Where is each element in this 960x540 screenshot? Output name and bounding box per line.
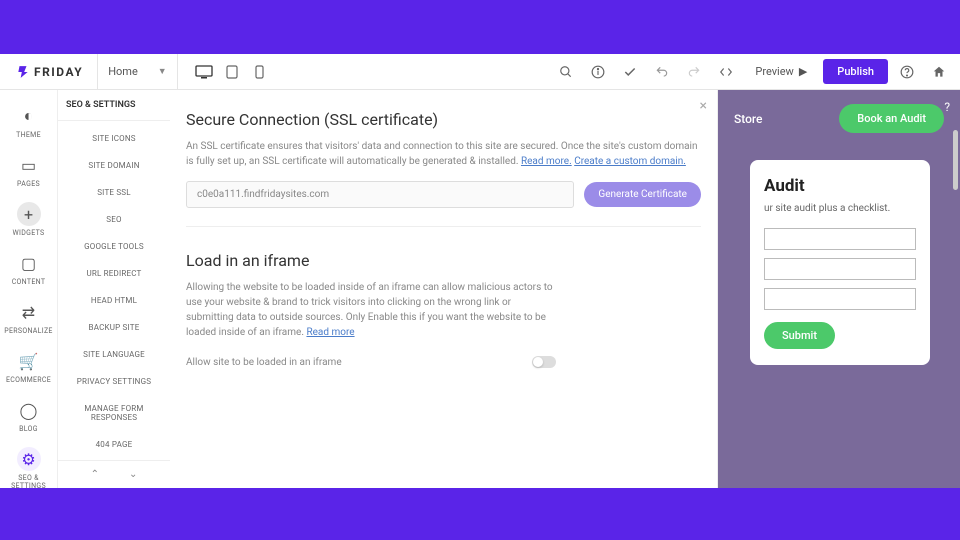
- chevron-down-icon[interactable]: ⌄: [129, 469, 137, 480]
- publish-button[interactable]: Publish: [823, 59, 888, 84]
- generate-certificate-button[interactable]: Generate Certificate: [584, 182, 701, 207]
- rail-label: BLOG: [19, 425, 38, 433]
- panel-title: SEO & SETTINGS: [58, 90, 170, 121]
- card-title: Audit: [764, 176, 916, 196]
- page-selector[interactable]: Home ▼: [97, 54, 178, 89]
- rail-label: PERSONALIZE: [4, 327, 52, 335]
- undo-icon[interactable]: [649, 59, 675, 85]
- rail-label: THEME: [16, 131, 41, 139]
- rail-label: CONTENT: [12, 278, 46, 286]
- sliders-icon: ⇄: [16, 300, 40, 324]
- rail-widgets[interactable]: + WIDGETS: [13, 198, 45, 241]
- book-audit-button[interactable]: Book an Audit: [839, 104, 944, 133]
- form-input-1[interactable]: [764, 228, 916, 250]
- sub-404-page[interactable]: 404 PAGE: [58, 431, 170, 458]
- play-icon: ▶: [799, 65, 807, 78]
- plus-icon: +: [17, 202, 41, 226]
- info-icon[interactable]: [585, 59, 611, 85]
- rail-label: WIDGETS: [13, 229, 45, 237]
- preview-help-icon[interactable]: ?: [944, 100, 950, 114]
- rail-pages[interactable]: ▭ PAGES: [17, 149, 41, 192]
- rail-label: ECOMMERCE: [6, 376, 51, 384]
- sub-url-redirect[interactable]: URL REDIRECT: [58, 260, 170, 287]
- chevron-down-icon: ▼: [158, 66, 167, 77]
- preview-button[interactable]: Preview ▶: [745, 60, 817, 84]
- logo-text: FRIDAY: [34, 65, 83, 79]
- help-icon[interactable]: [894, 59, 920, 85]
- rail-ecommerce[interactable]: 🛒 ECOMMERCE: [6, 345, 51, 388]
- card-desc: ur site audit plus a checklist.: [764, 202, 916, 216]
- home-icon[interactable]: [926, 59, 952, 85]
- sub-site-language[interactable]: SITE LANGUAGE: [58, 341, 170, 368]
- check-icon[interactable]: [617, 59, 643, 85]
- mobile-icon[interactable]: [250, 64, 270, 80]
- desktop-icon[interactable]: [194, 64, 214, 80]
- submit-button[interactable]: Submit: [764, 322, 835, 349]
- iframe-toggle-label: Allow site to be loaded in an iframe: [186, 357, 342, 368]
- sub-backup-site[interactable]: BACKUP SITE: [58, 314, 170, 341]
- sub-privacy-settings[interactable]: PRIVACY SETTINGS: [58, 368, 170, 395]
- rail-theme[interactable]: ◐ THEME: [16, 100, 41, 143]
- logo: FRIDAY: [8, 65, 91, 79]
- page-selector-label: Home: [108, 65, 138, 78]
- ssl-read-more-link[interactable]: Read more.: [521, 156, 572, 167]
- iframe-desc: Allowing the website to be loaded inside…: [186, 280, 556, 340]
- sub-site-icons[interactable]: SITE ICONS: [58, 125, 170, 152]
- site-preview: ? Store Book an Audit Audit ur site audi…: [718, 90, 960, 488]
- sub-head-html[interactable]: HEAD HTML: [58, 287, 170, 314]
- chevron-up-icon[interactable]: ⌃: [91, 469, 99, 480]
- left-rail: ◐ THEME ▭ PAGES + WIDGETS ▢ CONTENT ⇄ PERSONA…: [0, 90, 58, 488]
- scrollbar[interactable]: [953, 130, 958, 190]
- ssl-desc: An SSL certificate ensures that visitors…: [186, 139, 701, 169]
- sub-google-tools[interactable]: GOOGLE TOOLS: [58, 233, 170, 260]
- ssl-title: Secure Connection (SSL certificate): [186, 110, 701, 129]
- form-input-3[interactable]: [764, 288, 916, 310]
- palette-icon: ◐: [17, 104, 41, 128]
- tablet-icon[interactable]: [222, 64, 242, 80]
- sub-site-ssl[interactable]: SITE SSL: [58, 179, 170, 206]
- iframe-title: Load in an iframe: [186, 251, 701, 270]
- sub-manage-form-responses[interactable]: MANAGE FORM RESPONSES: [58, 395, 170, 431]
- devmode-icon[interactable]: [713, 59, 739, 85]
- chat-icon: ◯: [17, 398, 41, 422]
- rail-label: PAGES: [17, 180, 40, 188]
- rail-blog[interactable]: ◯ BLOG: [17, 394, 41, 437]
- preview-store-link[interactable]: Store: [734, 112, 763, 126]
- search-icon[interactable]: [553, 59, 579, 85]
- cart-icon: 🛒: [16, 349, 40, 373]
- logo-icon: [16, 65, 30, 79]
- rail-content[interactable]: ▢ CONTENT: [12, 247, 46, 290]
- create-domain-link[interactable]: Create a custom domain.: [574, 156, 686, 167]
- gear-icon: ⚙: [17, 447, 41, 471]
- iframe-read-more-link[interactable]: Read more: [306, 327, 354, 338]
- rail-seo-settings[interactable]: ⚙ SEO & SETTINGS: [0, 443, 57, 488]
- folder-icon: ▢: [17, 251, 41, 275]
- close-icon[interactable]: ×: [700, 98, 707, 114]
- iframe-toggle[interactable]: [532, 356, 556, 368]
- sub-site-domain[interactable]: SITE DOMAIN: [58, 152, 170, 179]
- pages-icon: ▭: [17, 153, 41, 177]
- form-input-2[interactable]: [764, 258, 916, 280]
- rail-personalize[interactable]: ⇄ PERSONALIZE: [4, 296, 52, 339]
- redo-icon[interactable]: [681, 59, 707, 85]
- sub-seo[interactable]: SEO: [58, 206, 170, 233]
- rail-label: SEO & SETTINGS: [0, 474, 57, 488]
- ssl-domain-field: c0e0a111.findfridaysites.com: [186, 181, 574, 208]
- preview-label: Preview: [755, 65, 793, 78]
